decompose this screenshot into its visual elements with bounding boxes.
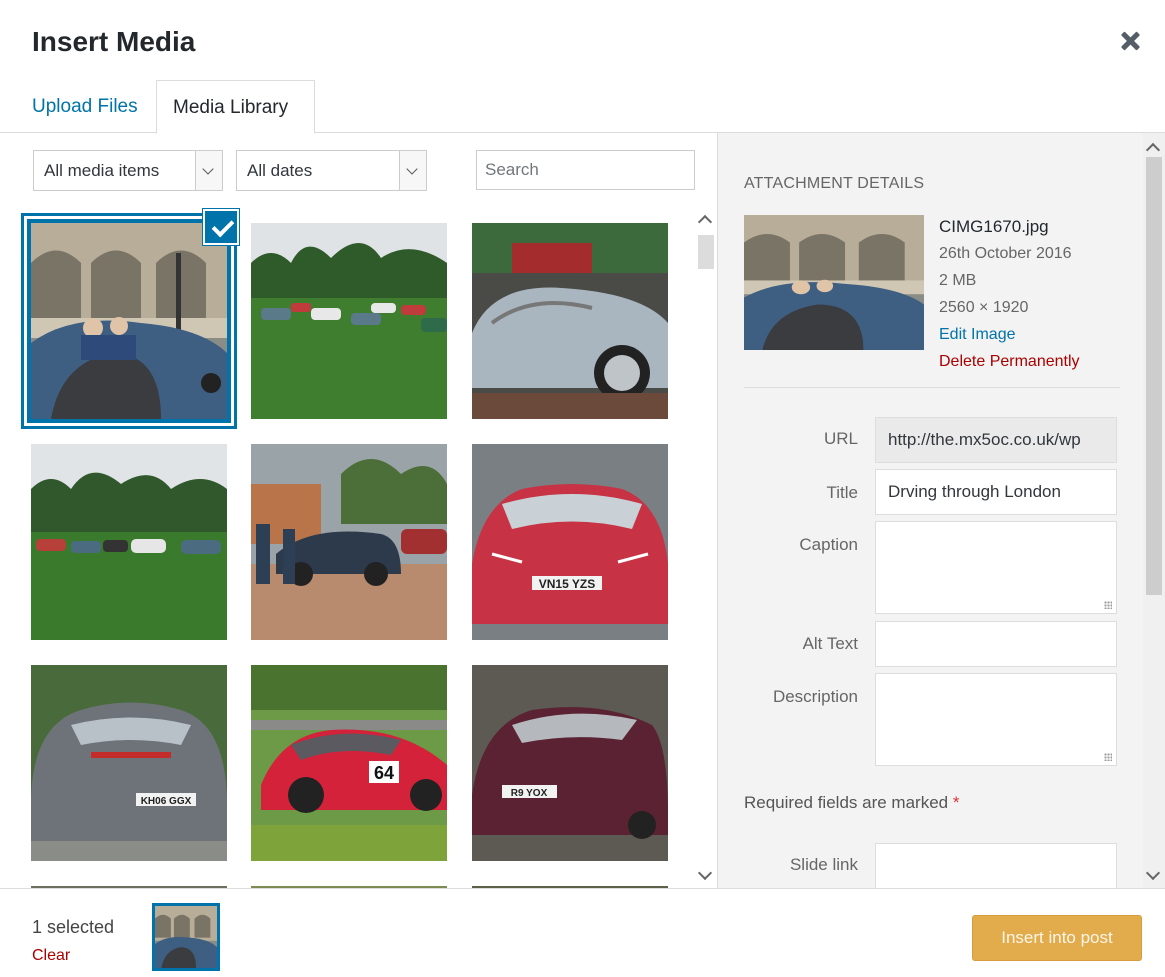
media-type-filter[interactable]: All media items: [33, 150, 223, 191]
divider: [744, 387, 1120, 388]
edit-image-link[interactable]: Edit Image: [939, 321, 1080, 348]
attachment-date: 26th October 2016: [939, 245, 1072, 262]
slide-link-field[interactable]: [875, 843, 1117, 888]
media-tabs: Upload Files Media Library: [0, 80, 1165, 134]
description-label: Description: [772, 687, 858, 706]
url-label: URL: [823, 429, 858, 448]
attachment-filesize: 2 MB: [939, 272, 977, 289]
svg-text:VN15 YZS: VN15 YZS: [539, 577, 595, 591]
attachment-preview: [744, 215, 924, 350]
attachment-filename: CIMG1670.jpg: [939, 217, 1049, 236]
attachment-thumbnail[interactable]: VN15 YZS: [472, 444, 668, 640]
attachment-image: VN15 YZS: [472, 444, 668, 640]
required-fields-note: Required fields are marked *: [744, 793, 959, 813]
modal-footer: 1 selected Clear Insert into post: [0, 888, 1165, 977]
attachment-thumbnail[interactable]: KH06 GGX: [31, 665, 227, 861]
attachment-image: KH06 GGX: [31, 665, 227, 861]
selected-check-icon[interactable]: [203, 209, 239, 245]
attachment-image: [251, 223, 447, 419]
attachment-image: [31, 223, 227, 419]
details-scrollbar[interactable]: [1143, 133, 1165, 888]
required-note-text: Required fields are marked: [744, 793, 949, 812]
scroll-up-icon[interactable]: [697, 214, 713, 230]
svg-text:64: 64: [374, 763, 394, 783]
attachment-thumbnail[interactable]: [251, 223, 447, 419]
attachment-thumbnail[interactable]: [31, 444, 227, 640]
caption-field[interactable]: [875, 521, 1117, 614]
modal-title: Insert Media: [32, 26, 196, 57]
selected-attachment-image: [155, 906, 217, 968]
media-grid: VN15 YZS KH06 GGX 64 R9 YOX: [0, 205, 695, 888]
url-field[interactable]: http://the.mx5oc.co.uk/wp: [875, 417, 1117, 463]
attachment-thumbnail[interactable]: [27, 219, 231, 423]
attachment-details-heading: ATTACHMENT DETAILS: [744, 175, 925, 192]
slide-link-label: Slide link: [789, 855, 858, 874]
scroll-down-icon[interactable]: [1145, 865, 1161, 881]
attachment-dimensions: 2560 × 1920: [939, 299, 1029, 316]
alt-text-field[interactable]: [875, 621, 1117, 667]
attachment-image: R9 YOX: [472, 665, 668, 861]
tab-upload-files[interactable]: Upload Files: [16, 80, 154, 133]
search-input[interactable]: [476, 150, 695, 190]
scrollbar-thumb[interactable]: [1146, 157, 1162, 595]
alt-text-label: Alt Text: [802, 634, 858, 653]
scroll-down-icon[interactable]: [697, 865, 713, 881]
date-filter[interactable]: All dates: [236, 150, 427, 191]
insert-media-modal: Insert Media Upload Files Media Library …: [0, 0, 1165, 977]
insert-into-post-button[interactable]: Insert into post: [972, 915, 1142, 961]
title-field[interactable]: Drving through London: [875, 469, 1117, 515]
clear-selection-link[interactable]: Clear: [32, 947, 70, 965]
chevron-down-icon: [399, 151, 426, 190]
attachment-preview-image: [744, 215, 924, 350]
media-grid-scrollbar[interactable]: [695, 205, 717, 888]
selection-count: 1 selected: [32, 917, 115, 937]
caption-label: Caption: [799, 535, 858, 554]
attachment-image: [472, 223, 668, 419]
required-star: *: [952, 793, 960, 812]
attachment-meta: CIMG1670.jpg 26th October 2016 2 MB 2560…: [939, 213, 1080, 375]
attachment-thumbnail[interactable]: [251, 444, 447, 640]
delete-permanently-link[interactable]: Delete Permanently: [939, 348, 1080, 375]
attachment-image: [251, 444, 447, 640]
title-label: Title: [826, 483, 859, 502]
media-type-filter-value: All media items: [44, 161, 160, 180]
scrollbar-thumb[interactable]: [698, 235, 714, 269]
attachment-thumbnail[interactable]: R9 YOX: [472, 665, 668, 861]
svg-text:R9 YOX: R9 YOX: [511, 788, 548, 799]
selected-attachment-thumbnail[interactable]: [152, 903, 220, 971]
attachment-image: 64: [251, 665, 447, 861]
attachment-image: [31, 444, 227, 640]
scroll-up-icon[interactable]: [1145, 142, 1161, 158]
description-field[interactable]: [875, 673, 1117, 766]
chevron-down-icon: [195, 151, 222, 190]
date-filter-value: All dates: [247, 161, 313, 180]
close-icon[interactable]: [1117, 28, 1143, 54]
svg-text:KH06 GGX: KH06 GGX: [141, 796, 192, 807]
attachment-details-panel: ATTACHMENT DETAILS CIMG1670.jpg 26th Oct…: [717, 133, 1165, 888]
attachment-thumbnail[interactable]: [472, 223, 668, 419]
attachment-thumbnail[interactable]: 64: [251, 665, 447, 861]
tab-media-library[interactable]: Media Library: [156, 80, 315, 134]
